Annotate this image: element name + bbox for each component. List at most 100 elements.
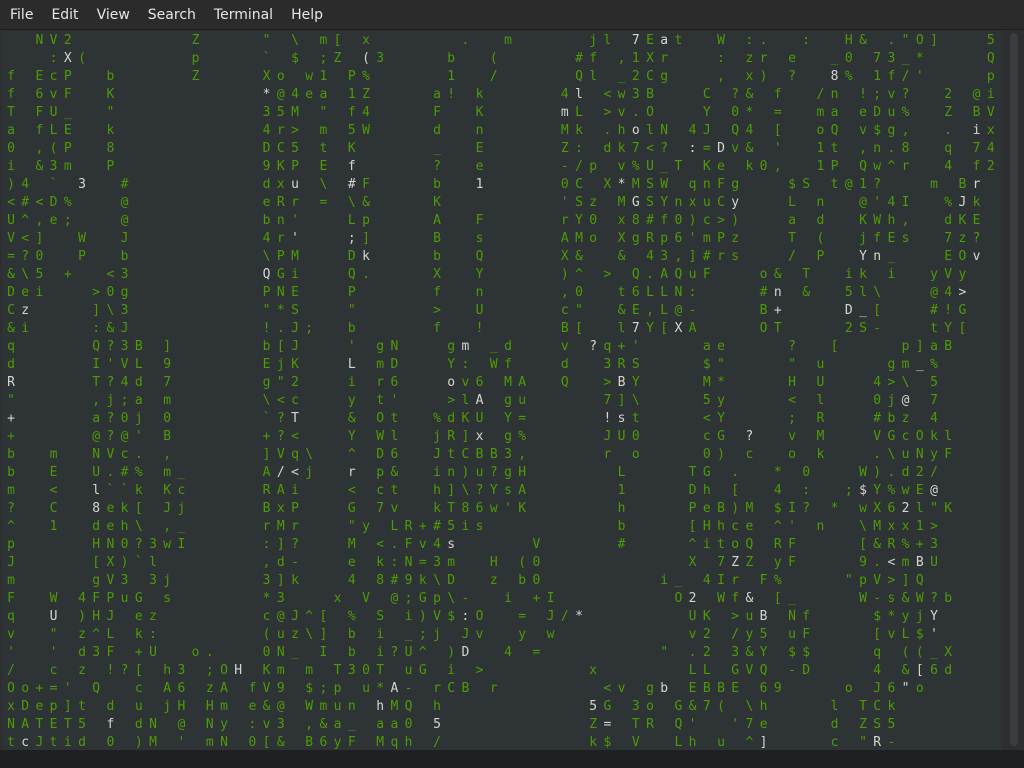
- terminal-glyph: \: [262, 249, 271, 264]
- terminal-glyph: L: [134, 357, 143, 372]
- terminal-glyph: m: [7, 573, 15, 588]
- terminal-glyph: #: [873, 411, 882, 426]
- terminal-glyph: L: [660, 303, 669, 318]
- terminal-glyph: l: [617, 321, 626, 336]
- terminal-glyph: R: [646, 717, 654, 732]
- menu-terminal[interactable]: Terminal: [205, 0, 282, 30]
- terminal-glyph: W: [873, 213, 882, 228]
- terminal-glyph: (: [78, 51, 86, 66]
- terminal-glyph: G: [418, 591, 427, 606]
- menu-view[interactable]: View: [88, 0, 139, 30]
- terminal-glyph: ;: [418, 627, 427, 642]
- terminal-glyph: _: [177, 519, 186, 534]
- terminal-glyph: x: [589, 663, 598, 678]
- terminal-glyph: 0: [120, 411, 129, 426]
- terminal-glyph: n: [773, 285, 782, 300]
- terminal-glyph: 3: [262, 573, 271, 588]
- terminal-glyph: Q: [262, 267, 271, 282]
- terminal-glyph: %: [63, 195, 72, 210]
- terminal-glyph: b: [433, 177, 441, 192]
- terminal-glyph: N: [92, 447, 101, 462]
- terminal-glyph: =: [7, 249, 15, 264]
- terminal-glyph: F: [717, 177, 725, 192]
- terminal-glyph: ): [461, 465, 470, 480]
- terminal-glyph: 7: [930, 393, 938, 408]
- terminal-glyph: :: [461, 357, 470, 372]
- terminal-glyph: t: [49, 735, 58, 750]
- terminal-glyph: F: [35, 105, 44, 120]
- terminal-output[interactable]: N V 2 Z " \ m[x. m j l 7 Ea t W:.: H &. " O] 5: X(p ` $; Z(3 b(…: [2, 31, 1002, 750]
- terminal-glyph: X: [944, 645, 953, 660]
- menu-edit[interactable]: Edit: [42, 0, 87, 30]
- terminal-glyph: g: [887, 123, 896, 138]
- terminal-glyph: 0: [589, 213, 598, 228]
- terminal-glyph: ': [688, 231, 697, 246]
- terminal-glyph: &: [617, 249, 626, 264]
- scrollbar-thumb[interactable]: [1010, 33, 1018, 746]
- terminal-glyph: ': [631, 339, 640, 354]
- terminal-glyph: Q: [475, 249, 484, 264]
- terminal-glyph: V: [873, 429, 882, 444]
- terminal-glyph: E: [972, 213, 981, 228]
- terminal-glyph: 9: [859, 555, 867, 570]
- terminal-glyph: c: [702, 213, 711, 228]
- terminal-glyph: T: [631, 717, 640, 732]
- terminal-glyph: 1: [49, 519, 58, 534]
- terminal-glyph: ]: [262, 447, 271, 462]
- terminal-glyph: o: [276, 69, 285, 84]
- terminal-glyph: #: [646, 213, 654, 228]
- menu-help[interactable]: Help: [282, 0, 332, 30]
- terminal-glyph: 0: [7, 141, 15, 156]
- menu-search[interactable]: Search: [139, 0, 205, 30]
- terminal-glyph: 7: [631, 321, 640, 336]
- terminal-glyph: F: [944, 447, 953, 462]
- terminal-glyph: V: [262, 681, 271, 696]
- terminal-glyph: ]: [63, 699, 72, 714]
- terminal-glyph: @: [276, 699, 285, 714]
- terminal-glyph: M: [617, 195, 626, 210]
- terminal-glyph: i: [376, 645, 385, 660]
- terminal-glyph: c: [49, 69, 58, 84]
- terminal-glyph: !: [106, 663, 115, 678]
- terminal-glyph: 3: [504, 447, 512, 462]
- terminal-glyph: F: [362, 177, 370, 192]
- terminal-glyph: _: [177, 465, 186, 480]
- terminal-glyph: .: [276, 321, 285, 336]
- terminal-glyph: X: [560, 249, 569, 264]
- terminal-glyph: k: [120, 501, 129, 516]
- terminal-glyph: Q: [560, 375, 569, 390]
- terminal-glyph: \: [631, 393, 640, 408]
- terminal-glyph: Y: [504, 411, 512, 426]
- terminal-glyph: ?: [276, 429, 285, 444]
- terminal-glyph: 6: [390, 375, 399, 390]
- terminal-glyph: i: [21, 321, 30, 336]
- terminal-glyph: 3: [78, 177, 86, 192]
- terminal-glyph: E: [944, 249, 953, 264]
- terminal-glyph: G: [702, 465, 711, 480]
- terminal-glyph: J: [291, 609, 299, 624]
- terminal-glyph: C: [276, 141, 285, 156]
- terminal-glyph: M: [390, 699, 399, 714]
- scrollbar[interactable]: [1004, 31, 1022, 750]
- terminal-glyph: F: [788, 537, 796, 552]
- terminal-glyph: +: [262, 429, 271, 444]
- terminal-glyph: *: [575, 609, 583, 624]
- terminal-glyph: V: [49, 33, 58, 48]
- terminal-glyph: 3: [631, 699, 640, 714]
- terminal-glyph: E: [631, 303, 640, 318]
- terminal-glyph: -: [688, 303, 697, 318]
- terminal-glyph: F: [433, 105, 441, 120]
- terminal-glyph: N: [390, 339, 399, 354]
- terminal-glyph: a: [333, 717, 342, 732]
- terminal-glyph: y: [930, 267, 938, 282]
- terminal-glyph: E: [915, 483, 924, 498]
- terminal-glyph: R: [404, 519, 413, 534]
- terminal-glyph: j: [163, 573, 172, 588]
- terminal-glyph: F: [7, 591, 15, 606]
- terminal-glyph: F: [92, 591, 101, 606]
- terminal-glyph: u: [788, 627, 796, 642]
- menu-file[interactable]: File: [1, 0, 42, 30]
- terminal-glyph: Y: [447, 357, 456, 372]
- terminal-glyph: ,: [305, 717, 314, 732]
- terminal-glyph: 2: [944, 87, 953, 102]
